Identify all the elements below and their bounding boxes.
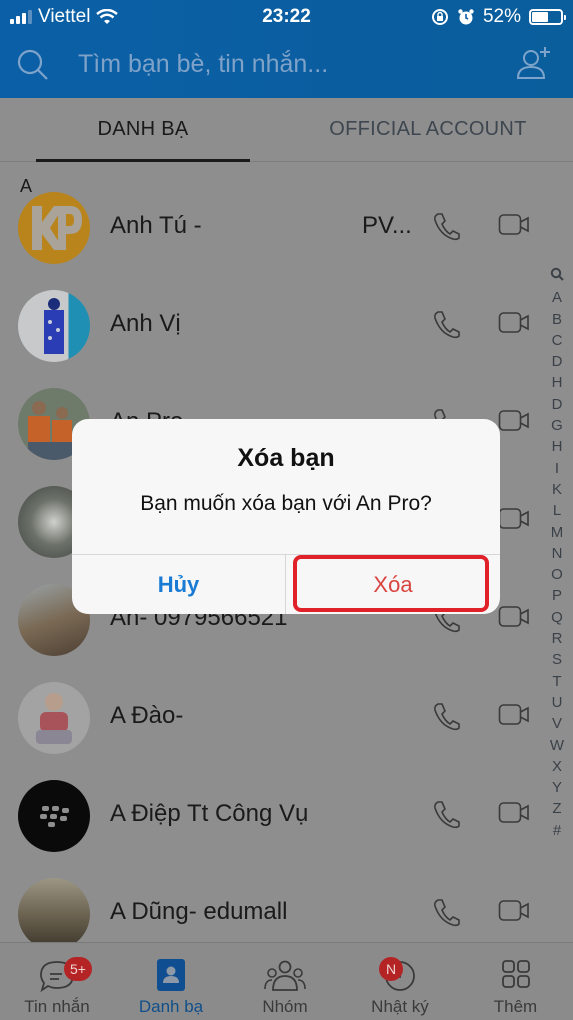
tab-contacts-nav[interactable]: Danh bạ bbox=[114, 943, 228, 1020]
contact-row[interactable]: Anh Tú - PV... bbox=[0, 178, 540, 276]
phone-icon[interactable] bbox=[432, 309, 460, 339]
index-letter[interactable]: U bbox=[545, 692, 569, 713]
tab-more[interactable]: Thêm bbox=[458, 943, 573, 1020]
delete-friend-dialog: Xóa bạn Bạn muốn xóa bạn với An Pro? Hủy… bbox=[72, 419, 500, 614]
battery-icon bbox=[529, 9, 566, 25]
avatar bbox=[18, 878, 90, 950]
delete-button[interactable]: Xóa bbox=[286, 555, 500, 614]
index-search-icon[interactable] bbox=[545, 266, 569, 287]
index-letter[interactable]: # bbox=[545, 820, 569, 841]
index-letter[interactable]: G bbox=[545, 415, 569, 436]
index-letter[interactable]: W bbox=[545, 735, 569, 756]
contact-name: Anh Tú - bbox=[110, 212, 202, 239]
tab-label: Danh bạ bbox=[138, 997, 204, 1016]
video-call-icon[interactable] bbox=[498, 507, 530, 531]
alarm-icon bbox=[458, 9, 474, 25]
index-letter[interactable]: I bbox=[545, 458, 569, 479]
tab-messages[interactable]: 5+ Tin nhắn bbox=[0, 943, 114, 1020]
video-call-icon[interactable] bbox=[498, 605, 530, 629]
contact-name-suffix: PV... bbox=[362, 212, 412, 239]
index-letter[interactable]: P bbox=[545, 585, 569, 606]
index-letter[interactable]: S bbox=[545, 649, 569, 670]
contacts-icon bbox=[157, 959, 185, 991]
tab-label: Nhóm bbox=[262, 997, 308, 1016]
video-call-icon[interactable] bbox=[498, 311, 530, 335]
kp-logo-icon bbox=[32, 206, 82, 250]
index-letter[interactable]: R bbox=[545, 628, 569, 649]
tab-label: Thêm bbox=[493, 997, 538, 1016]
index-letter[interactable]: N bbox=[545, 543, 569, 564]
avatar bbox=[18, 192, 90, 264]
search-bar bbox=[0, 34, 573, 98]
contact-name: A Đào- bbox=[110, 702, 184, 729]
phone-icon[interactable] bbox=[432, 211, 460, 241]
index-letter[interactable]: H bbox=[545, 372, 569, 393]
index-letter[interactable]: K bbox=[545, 479, 569, 500]
contact-row[interactable]: A Đào- bbox=[0, 668, 540, 766]
index-letter[interactable]: Z bbox=[545, 798, 569, 819]
index-letter[interactable]: D bbox=[545, 394, 569, 415]
alphabet-index[interactable]: A B C D H D G H I K L M N O P Q R S T U … bbox=[545, 266, 569, 841]
index-letter[interactable]: Q bbox=[545, 607, 569, 628]
dialog-message: Bạn muốn xóa bạn với An Pro? bbox=[140, 492, 432, 515]
active-tab-indicator bbox=[36, 159, 250, 162]
status-bar: Viettel 23:22 52% bbox=[0, 0, 573, 34]
tab-timeline[interactable]: N Nhật ký bbox=[343, 943, 457, 1020]
phone-icon[interactable] bbox=[432, 897, 460, 927]
index-letter[interactable]: X bbox=[545, 756, 569, 777]
unread-badge: 5+ bbox=[64, 957, 92, 981]
avatar bbox=[18, 290, 90, 362]
index-letter[interactable]: T bbox=[545, 671, 569, 692]
index-letter[interactable]: C bbox=[545, 330, 569, 351]
contact-row[interactable]: Anh Vị bbox=[0, 276, 540, 374]
tab-contacts[interactable]: DANH BẠ bbox=[36, 118, 250, 141]
index-letter[interactable]: V bbox=[545, 713, 569, 734]
index-letter[interactable]: Y bbox=[545, 777, 569, 798]
search-icon[interactable] bbox=[16, 48, 50, 82]
video-call-icon[interactable] bbox=[498, 899, 530, 923]
grid-icon bbox=[501, 960, 530, 988]
phone-icon[interactable] bbox=[432, 701, 460, 731]
index-letter[interactable]: L bbox=[545, 500, 569, 521]
battery-percent: 52% bbox=[482, 6, 521, 27]
contact-row[interactable]: A Điệp Tt Công Vụ bbox=[0, 766, 540, 864]
contact-name: A Dũng- edumall bbox=[110, 898, 288, 925]
notification-badge: N bbox=[379, 957, 403, 981]
phone-icon[interactable] bbox=[432, 799, 460, 829]
index-letter[interactable]: A bbox=[545, 287, 569, 308]
tab-groups[interactable]: Nhóm bbox=[228, 943, 342, 1020]
dialog-title: Xóa bạn bbox=[237, 444, 335, 472]
group-icon bbox=[264, 960, 306, 991]
index-letter[interactable]: H bbox=[545, 436, 569, 457]
index-letter[interactable]: D bbox=[545, 351, 569, 372]
video-call-icon[interactable] bbox=[498, 213, 530, 237]
bottom-tab-bar: 5+ Tin nhắn Danh bạ Nhóm N Nhật ký Thêm bbox=[0, 942, 573, 1020]
add-friend-icon[interactable] bbox=[515, 44, 555, 84]
index-letter[interactable]: B bbox=[545, 309, 569, 330]
contact-tabs: DANH BẠ OFFICIAL ACCOUNT bbox=[0, 98, 573, 162]
search-input[interactable] bbox=[70, 46, 470, 82]
tab-label: Nhật ký bbox=[371, 997, 429, 1016]
index-letter[interactable]: M bbox=[545, 522, 569, 543]
tab-official-account[interactable]: OFFICIAL ACCOUNT bbox=[300, 118, 556, 141]
rotation-lock-icon bbox=[431, 9, 448, 25]
contact-name: Anh Vị bbox=[110, 310, 181, 337]
cancel-button[interactable]: Hủy bbox=[72, 555, 285, 614]
index-letter[interactable]: O bbox=[545, 564, 569, 585]
contact-name: A Điệp Tt Công Vụ bbox=[110, 800, 309, 827]
tab-label: Tin nhắn bbox=[24, 997, 90, 1016]
blackberry-logo-icon bbox=[40, 806, 69, 827]
avatar bbox=[18, 682, 90, 754]
video-call-icon[interactable] bbox=[498, 703, 530, 727]
video-call-icon[interactable] bbox=[498, 409, 530, 433]
video-call-icon[interactable] bbox=[498, 801, 530, 825]
avatar bbox=[18, 780, 90, 852]
